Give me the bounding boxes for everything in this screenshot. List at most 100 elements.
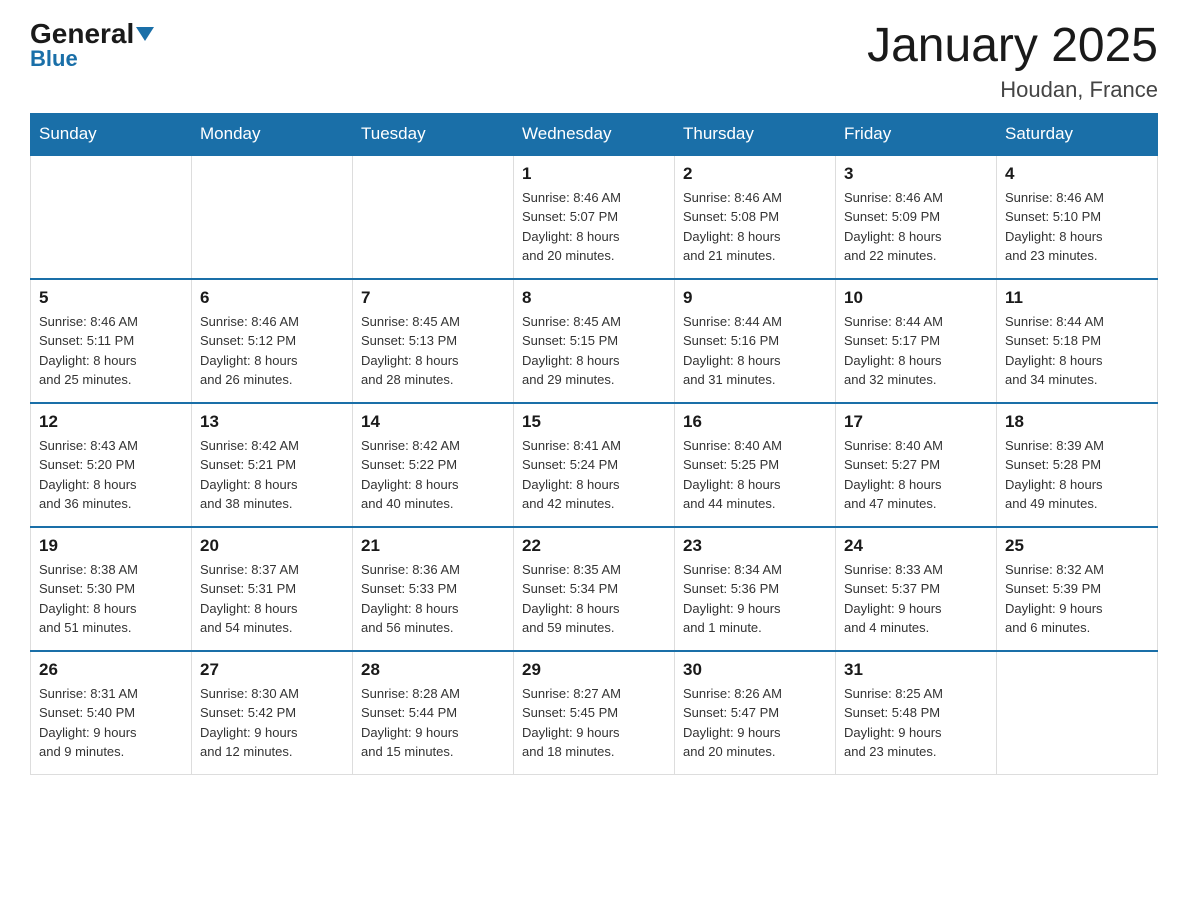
logo-general-text: General — [30, 20, 154, 48]
calendar-day-cell: 26 Sunrise: 8:31 AMSunset: 5:40 PMDayligh… — [31, 651, 192, 775]
day-info: Sunrise: 8:46 AMSunset: 5:12 PMDaylight:… — [200, 312, 344, 390]
calendar-week-row: 19 Sunrise: 8:38 AMSunset: 5:30 PMDayligh… — [31, 527, 1158, 651]
day-number: 5 — [39, 288, 183, 308]
day-number: 12 — [39, 412, 183, 432]
calendar-day-cell: 9 Sunrise: 8:44 AMSunset: 5:16 PMDaylight… — [675, 279, 836, 403]
day-info: Sunrise: 8:43 AMSunset: 5:20 PMDaylight:… — [39, 436, 183, 514]
day-info: Sunrise: 8:46 AMSunset: 5:07 PMDaylight:… — [522, 188, 666, 266]
calendar-day-cell: 25 Sunrise: 8:32 AMSunset: 5:39 PMDayligh… — [997, 527, 1158, 651]
calendar-day-cell: 18Sunrise: 8:39 AMSunset: 5:28 PMDayligh… — [997, 403, 1158, 527]
calendar-day-cell: 8 Sunrise: 8:45 AMSunset: 5:15 PMDaylight… — [514, 279, 675, 403]
calendar-day-cell: 10Sunrise: 8:44 AMSunset: 5:17 PMDayligh… — [836, 279, 997, 403]
title-block: January 2025 Houdan, France — [867, 20, 1158, 103]
day-info: Sunrise: 8:39 AMSunset: 5:28 PMDaylight:… — [1005, 436, 1149, 514]
header-friday: Friday — [836, 113, 997, 155]
calendar-day-cell: 20 Sunrise: 8:37 AMSunset: 5:31 PMDayligh… — [192, 527, 353, 651]
location: Houdan, France — [867, 77, 1158, 103]
calendar-day-cell: 30Sunrise: 8:26 AMSunset: 5:47 PMDayligh… — [675, 651, 836, 775]
calendar-day-cell: 28 Sunrise: 8:28 AMSunset: 5:44 PMDayligh… — [353, 651, 514, 775]
day-info: Sunrise: 8:41 AMSunset: 5:24 PMDaylight:… — [522, 436, 666, 514]
day-info: Sunrise: 8:46 AMSunset: 5:10 PMDaylight:… — [1005, 188, 1149, 266]
calendar-day-cell — [31, 155, 192, 279]
calendar-day-cell: 21 Sunrise: 8:36 AMSunset: 5:33 PMDayligh… — [353, 527, 514, 651]
calendar-week-row: 5 Sunrise: 8:46 AMSunset: 5:11 PMDaylight… — [31, 279, 1158, 403]
day-info: Sunrise: 8:31 AMSunset: 5:40 PMDaylight:… — [39, 684, 183, 762]
calendar-day-cell: 17Sunrise: 8:40 AMSunset: 5:27 PMDayligh… — [836, 403, 997, 527]
calendar-day-cell: 29 Sunrise: 8:27 AMSunset: 5:45 PMDayligh… — [514, 651, 675, 775]
calendar-day-cell — [997, 651, 1158, 775]
day-info: Sunrise: 8:28 AMSunset: 5:44 PMDaylight:… — [361, 684, 505, 762]
day-info: Sunrise: 8:45 AMSunset: 5:15 PMDaylight:… — [522, 312, 666, 390]
day-number: 20 — [200, 536, 344, 556]
header-monday: Monday — [192, 113, 353, 155]
day-info: Sunrise: 8:34 AMSunset: 5:36 PMDaylight:… — [683, 560, 827, 638]
calendar-day-cell: 22Sunrise: 8:35 AMSunset: 5:34 PMDayligh… — [514, 527, 675, 651]
calendar-day-cell: 15Sunrise: 8:41 AMSunset: 5:24 PMDayligh… — [514, 403, 675, 527]
calendar-day-cell: 11Sunrise: 8:44 AMSunset: 5:18 PMDayligh… — [997, 279, 1158, 403]
calendar-day-cell: 13Sunrise: 8:42 AMSunset: 5:21 PMDayligh… — [192, 403, 353, 527]
page-header: General Blue January 2025 Houdan, France — [30, 20, 1158, 103]
calendar-day-cell: 1Sunrise: 8:46 AMSunset: 5:07 PMDaylight… — [514, 155, 675, 279]
calendar-week-row: 12 Sunrise: 8:43 AMSunset: 5:20 PMDayligh… — [31, 403, 1158, 527]
day-number: 8 — [522, 288, 666, 308]
day-info: Sunrise: 8:27 AMSunset: 5:45 PMDaylight:… — [522, 684, 666, 762]
day-info: Sunrise: 8:32 AMSunset: 5:39 PMDaylight:… — [1005, 560, 1149, 638]
day-number: 24 — [844, 536, 988, 556]
logo-blue-text: Blue — [30, 48, 78, 70]
calendar-day-cell: 16 Sunrise: 8:40 AMSunset: 5:25 PMDayligh… — [675, 403, 836, 527]
day-number: 19 — [39, 536, 183, 556]
day-info: Sunrise: 8:36 AMSunset: 5:33 PMDaylight:… — [361, 560, 505, 638]
day-info: Sunrise: 8:44 AMSunset: 5:17 PMDaylight:… — [844, 312, 988, 390]
calendar-day-cell: 6Sunrise: 8:46 AMSunset: 5:12 PMDaylight… — [192, 279, 353, 403]
day-number: 21 — [361, 536, 505, 556]
day-number: 13 — [200, 412, 344, 432]
day-number: 9 — [683, 288, 827, 308]
day-number: 2 — [683, 164, 827, 184]
day-number: 16 — [683, 412, 827, 432]
day-number: 30 — [683, 660, 827, 680]
header-sunday: Sunday — [31, 113, 192, 155]
calendar-day-cell: 5 Sunrise: 8:46 AMSunset: 5:11 PMDaylight… — [31, 279, 192, 403]
day-number: 7 — [361, 288, 505, 308]
day-number: 27 — [200, 660, 344, 680]
weekday-header-row: Sunday Monday Tuesday Wednesday Thursday… — [31, 113, 1158, 155]
calendar-day-cell: 19 Sunrise: 8:38 AMSunset: 5:30 PMDayligh… — [31, 527, 192, 651]
day-number: 31 — [844, 660, 988, 680]
day-info: Sunrise: 8:46 AMSunset: 5:08 PMDaylight:… — [683, 188, 827, 266]
calendar-day-cell — [192, 155, 353, 279]
calendar-day-cell: 12 Sunrise: 8:43 AMSunset: 5:20 PMDayligh… — [31, 403, 192, 527]
day-info: Sunrise: 8:38 AMSunset: 5:30 PMDaylight:… — [39, 560, 183, 638]
header-wednesday: Wednesday — [514, 113, 675, 155]
header-thursday: Thursday — [675, 113, 836, 155]
day-info: Sunrise: 8:30 AMSunset: 5:42 PMDaylight:… — [200, 684, 344, 762]
day-info: Sunrise: 8:37 AMSunset: 5:31 PMDaylight:… — [200, 560, 344, 638]
calendar-day-cell: 27 Sunrise: 8:30 AMSunset: 5:42 PMDayligh… — [192, 651, 353, 775]
calendar-table: Sunday Monday Tuesday Wednesday Thursday… — [30, 113, 1158, 775]
calendar-day-cell: 23Sunrise: 8:34 AMSunset: 5:36 PMDayligh… — [675, 527, 836, 651]
calendar-day-cell: 7 Sunrise: 8:45 AMSunset: 5:13 PMDaylight… — [353, 279, 514, 403]
day-number: 26 — [39, 660, 183, 680]
day-info: Sunrise: 8:42 AMSunset: 5:22 PMDaylight:… — [361, 436, 505, 514]
calendar-day-cell — [353, 155, 514, 279]
day-number: 3 — [844, 164, 988, 184]
calendar-day-cell: 24 Sunrise: 8:33 AMSunset: 5:37 PMDayligh… — [836, 527, 997, 651]
day-info: Sunrise: 8:44 AMSunset: 5:16 PMDaylight:… — [683, 312, 827, 390]
day-info: Sunrise: 8:46 AMSunset: 5:09 PMDaylight:… — [844, 188, 988, 266]
day-info: Sunrise: 8:33 AMSunset: 5:37 PMDaylight:… — [844, 560, 988, 638]
day-info: Sunrise: 8:40 AMSunset: 5:25 PMDaylight:… — [683, 436, 827, 514]
header-saturday: Saturday — [997, 113, 1158, 155]
day-info: Sunrise: 8:44 AMSunset: 5:18 PMDaylight:… — [1005, 312, 1149, 390]
calendar-day-cell: 31Sunrise: 8:25 AMSunset: 5:48 PMDayligh… — [836, 651, 997, 775]
day-info: Sunrise: 8:45 AMSunset: 5:13 PMDaylight:… — [361, 312, 505, 390]
logo-triangle-icon — [136, 27, 154, 41]
day-number: 28 — [361, 660, 505, 680]
day-info: Sunrise: 8:46 AMSunset: 5:11 PMDaylight:… — [39, 312, 183, 390]
day-number: 25 — [1005, 536, 1149, 556]
day-info: Sunrise: 8:35 AMSunset: 5:34 PMDaylight:… — [522, 560, 666, 638]
month-title: January 2025 — [867, 20, 1158, 73]
calendar-week-row: 1Sunrise: 8:46 AMSunset: 5:07 PMDaylight… — [31, 155, 1158, 279]
calendar-day-cell: 14 Sunrise: 8:42 AMSunset: 5:22 PMDayligh… — [353, 403, 514, 527]
day-number: 14 — [361, 412, 505, 432]
day-number: 29 — [522, 660, 666, 680]
calendar-day-cell: 2 Sunrise: 8:46 AMSunset: 5:08 PMDaylight… — [675, 155, 836, 279]
